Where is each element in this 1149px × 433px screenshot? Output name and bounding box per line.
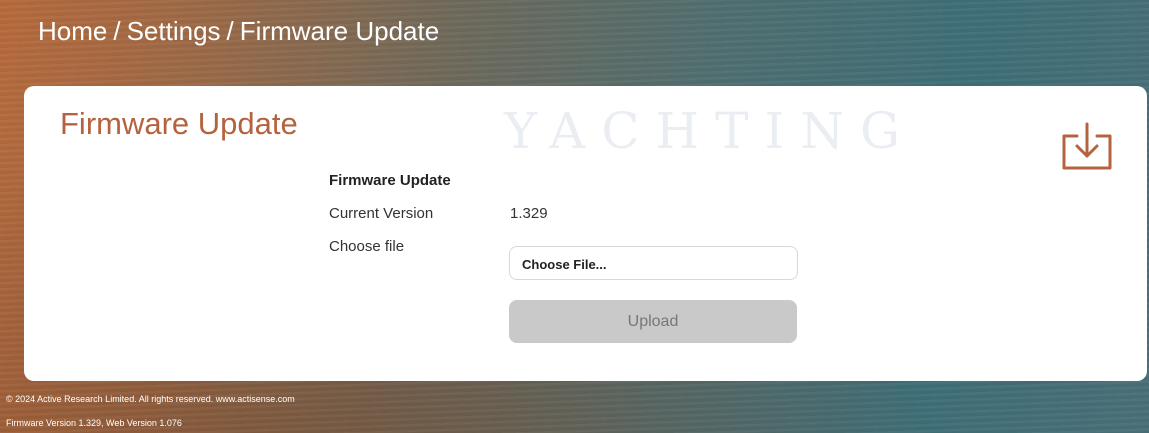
breadcrumb: Home / Settings / Firmware Update [38, 16, 439, 47]
choose-file-input[interactable]: Choose File... [509, 246, 798, 280]
upload-button[interactable]: Upload [509, 300, 797, 343]
current-version-value: 1.329 [510, 205, 548, 222]
brand-watermark: YACHTING [504, 102, 916, 160]
breadcrumb-separator: / [226, 16, 234, 46]
choose-file-label: Choose file [329, 238, 405, 255]
section-label: Firmware Update [329, 172, 451, 189]
download-icon[interactable] [1060, 122, 1114, 172]
choose-file-button-label: Choose File... [522, 257, 607, 272]
breadcrumb-home[interactable]: Home [38, 16, 107, 46]
current-version-label: Current Version [329, 205, 434, 222]
breadcrumb-settings[interactable]: Settings [127, 16, 221, 46]
firmware-update-card: YACHTING Firmware Update Firmware Update… [24, 86, 1147, 381]
footer-copyright: © 2024 Active Research Limited. All righ… [6, 394, 295, 404]
page-title: Firmware Update [60, 106, 298, 141]
breadcrumb-current: Firmware Update [239, 16, 440, 46]
footer-version: Firmware Version 1.329, Web Version 1.07… [6, 418, 182, 428]
breadcrumb-separator: / [113, 16, 121, 46]
